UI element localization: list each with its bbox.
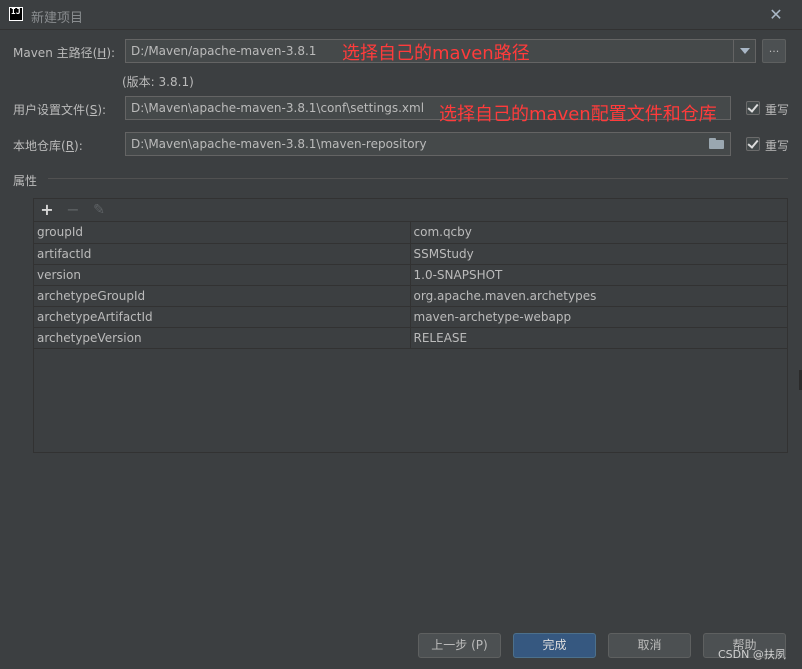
maven-home-browse-button[interactable]: ... <box>762 39 786 63</box>
property-key[interactable]: groupId <box>34 222 411 244</box>
previous-button[interactable]: 上一步 (P) <box>418 633 501 658</box>
local-repo-value: D:\Maven\apache-maven-3.8.1\maven-reposi… <box>131 137 427 151</box>
table-row[interactable]: artifactId SSMStudy <box>34 243 787 265</box>
section-divider <box>48 178 788 179</box>
maven-home-label: Maven 主路径(H): <box>13 46 116 60</box>
title-bar: IJ 新建项目 ✕ <box>0 0 802 30</box>
properties-section-label: 属性 <box>13 174 38 188</box>
folder-icon[interactable] <box>709 138 725 150</box>
settings-file-label: 用户设置文件(S): <box>13 103 107 117</box>
cancel-button[interactable]: 取消 <box>608 633 691 658</box>
property-key[interactable]: version <box>34 264 411 286</box>
annotation-maven-path: 选择自己的maven路径 <box>342 43 530 64</box>
finish-button[interactable]: 完成 <box>513 633 596 658</box>
local-repo-override-checkbox[interactable] <box>746 137 760 151</box>
property-key[interactable]: artifactId <box>34 243 411 265</box>
table-row[interactable]: archetypeVersion RELEASE <box>34 327 787 349</box>
properties-panel: + − ✎ groupId com.qcby artifactId SSMStu… <box>33 198 788 453</box>
local-repo-input[interactable]: D:\Maven\apache-maven-3.8.1\maven-reposi… <box>125 132 731 156</box>
table-row[interactable]: archetypeGroupId org.apache.maven.archet… <box>34 285 787 307</box>
local-repo-override-label: 重写 <box>765 139 790 153</box>
property-key[interactable]: archetypeArtifactId <box>34 306 411 328</box>
property-value[interactable]: RELEASE <box>410 327 787 349</box>
intellij-app-icon: IJ <box>9 7 23 21</box>
table-row[interactable]: archetypeArtifactId maven-archetype-weba… <box>34 306 787 328</box>
chevron-down-icon[interactable] <box>733 40 755 62</box>
maven-home-value: D:/Maven/apache-maven-3.8.1 <box>131 44 317 58</box>
properties-table: groupId com.qcby artifactId SSMStudy ver… <box>34 222 787 349</box>
settings-override-label: 重写 <box>765 103 790 117</box>
local-repo-label: 本地仓库(R): <box>13 139 83 153</box>
property-key[interactable]: archetypeGroupId <box>34 285 411 307</box>
annotation-maven-config: 选择自己的maven配置文件和仓库 <box>439 104 717 125</box>
remove-icon[interactable]: − <box>63 200 83 220</box>
add-icon[interactable]: + <box>37 200 57 220</box>
csdn-watermark: CSDN @扶夙 <box>718 648 786 661</box>
properties-toolbar: + − ✎ <box>34 199 787 222</box>
edit-icon[interactable]: ✎ <box>89 200 109 220</box>
maven-version-text: (版本: 3.8.1) <box>122 75 194 89</box>
close-button[interactable]: ✕ <box>766 5 786 25</box>
property-value[interactable]: 1.0-SNAPSHOT <box>410 264 787 286</box>
settings-file-value: D:\Maven\apache-maven-3.8.1\conf\setting… <box>131 101 425 115</box>
table-row[interactable]: groupId com.qcby <box>34 222 787 244</box>
property-value[interactable]: maven-archetype-webapp <box>410 306 787 328</box>
settings-override-checkbox[interactable] <box>746 101 760 115</box>
dialog-title: 新建项目 <box>31 11 84 26</box>
property-key[interactable]: archetypeVersion <box>34 327 411 349</box>
property-value[interactable]: org.apache.maven.archetypes <box>410 285 787 307</box>
property-value[interactable]: com.qcby <box>410 222 787 244</box>
table-row[interactable]: version 1.0-SNAPSHOT <box>34 264 787 286</box>
property-value[interactable]: SSMStudy <box>410 243 787 265</box>
